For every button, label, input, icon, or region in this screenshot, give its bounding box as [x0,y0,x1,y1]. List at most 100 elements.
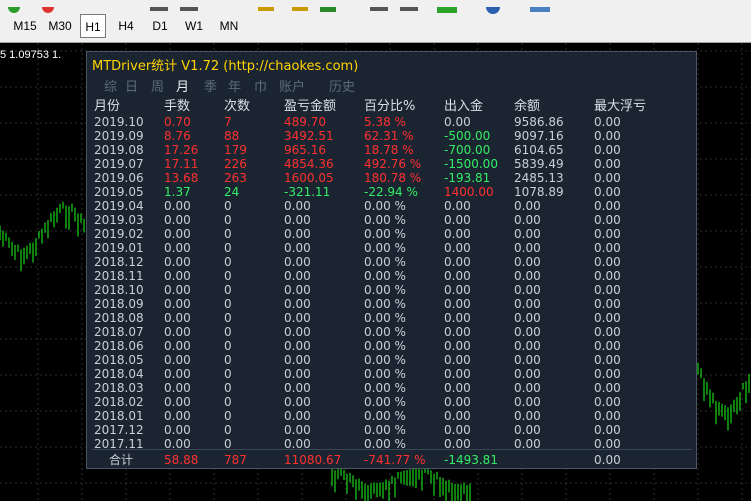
table-row: 2018.10 0.00 0 0.00 0.00 % 0.00 0.00 0.00 [87,283,698,297]
toolbar: M15 M30 H1 H4 D1 W1 MN [0,0,751,43]
cell-pnl: -321.11 [284,185,331,199]
green-circle-icon[interactable] [8,1,20,13]
cell-pnl: 0.00 [284,213,311,227]
plus-icon[interactable] [437,7,457,13]
cell-maxdd: 0.00 [594,115,621,129]
cell-lots: 0.00 [164,353,191,367]
cell-count: 0 [224,255,232,269]
panel-title: MTDriver统计 V1.72 (http://chaokes.com) [92,59,359,74]
cell-balance: 0.00 [514,409,541,423]
timeframe-h1-button[interactable]: H1 [80,14,106,38]
cell-pct: 18.78 % [364,143,414,157]
timeframe-mn-button[interactable]: MN [214,14,244,38]
timeframe-m30-button[interactable]: M30 [43,14,77,38]
cell-lots: 17.11 [164,157,199,171]
table-row: 2019.08 17.26 179 965.16 18.78 % -700.00 6104.… [87,143,698,157]
cell-maxdd: 0.00 [594,367,621,381]
timeframe-m15-button[interactable]: M15 [8,14,42,38]
cell-lots: 0.00 [164,367,191,381]
tab-4[interactable]: 季 [204,76,217,95]
total-count: 787 [224,453,247,467]
tab-3[interactable]: 月 [176,76,189,95]
table-row: 2018.06 0.00 0 0.00 0.00 % 0.00 0.00 0.00 [87,339,698,353]
cell-count: 226 [224,157,247,171]
cell-balance: 0.00 [514,367,541,381]
cell-count: 263 [224,171,247,185]
red-circle-icon[interactable] [42,1,54,13]
cell-balance: 9097.16 [514,129,564,143]
cell-balance: 0.00 [514,213,541,227]
cell-count: 0 [224,269,232,283]
cell-month: 2019.10 [94,115,144,129]
cell-maxdd: 0.00 [594,185,621,199]
cell-pnl: 0.00 [284,297,311,311]
cell-maxdd: 0.00 [594,353,621,367]
spreadsheet-icon[interactable] [320,7,336,12]
cell-pnl: 0.00 [284,367,311,381]
cell-lots: 0.00 [164,255,191,269]
total-row: 合计 58.88 787 11080.67 -741.77 % -1493.81 0.00 [87,453,698,467]
cell-count: 0 [224,199,232,213]
cell-pnl: 0.00 [284,269,311,283]
tab-8[interactable]: 历史 [329,76,355,95]
globe-icon[interactable] [486,0,500,14]
timeframe-h4-button[interactable]: H4 [112,14,140,38]
cell-flow: -700.00 [444,143,491,157]
tab-1[interactable]: 日 [125,76,138,95]
cell-pct: 0.00 % [364,395,406,409]
window-icon[interactable] [530,7,550,12]
header-pnl: 盈亏金额 [284,99,337,114]
tab-0[interactable]: 综 [104,76,117,95]
cell-flow: 0.00 [444,227,471,241]
cell-flow: 0.00 [444,367,471,381]
table-row: 2017.12 0.00 0 0.00 0.00 % 0.00 0.00 0.00 [87,423,698,437]
pencil-icon[interactable] [258,7,274,11]
table-row: 2018.05 0.00 0 0.00 0.00 % 0.00 0.00 0.00 [87,353,698,367]
timeframe-d1-button[interactable]: D1 [146,14,174,38]
chart-icon[interactable] [150,7,168,11]
cell-balance: 9586.86 [514,115,564,129]
tab-2[interactable]: 周 [151,76,164,95]
table-row: 2019.04 0.00 0 0.00 0.00 % 0.00 0.00 0.00 [87,199,698,213]
cell-month: 2018.04 [94,367,144,381]
tab-7[interactable]: 账户 [279,76,305,95]
cell-maxdd: 0.00 [594,283,621,297]
table-body: 2019.10 0.70 7 489.70 5.38 % 0.00 9586.86 0.00 2… [87,115,698,451]
cell-count: 0 [224,353,232,367]
header-month: 月份 [94,99,121,114]
table-row: 2019.01 0.00 0 0.00 0.00 % 0.00 0.00 0.00 [87,241,698,255]
cell-count: 0 [224,283,232,297]
cell-count: 7 [224,115,232,129]
cell-balance: 0.00 [514,339,541,353]
total-divider [92,449,692,450]
cell-pct: 0.00 % [364,367,406,381]
cell-month: 2019.06 [94,171,144,185]
tab-6[interactable]: 巾 [254,76,267,95]
cell-lots: 0.00 [164,395,191,409]
cell-balance: 0.00 [514,241,541,255]
cell-maxdd: 0.00 [594,213,621,227]
cell-count: 0 [224,409,232,423]
cell-flow: 0.00 [444,353,471,367]
cell-pnl: 489.70 [284,115,326,129]
cell-flow: 0.00 [444,381,471,395]
cell-lots: 0.00 [164,381,191,395]
cell-pct: 0.00 % [364,199,406,213]
cell-maxdd: 0.00 [594,381,621,395]
chart-icon[interactable] [180,7,198,11]
cell-balance: 0.00 [514,199,541,213]
grid-icon[interactable] [400,7,418,11]
cell-count: 0 [224,395,232,409]
pencil-icon[interactable] [292,7,308,11]
cell-pnl: 0.00 [284,395,311,409]
cell-pnl: 0.00 [284,353,311,367]
grid-icon[interactable] [370,7,388,11]
table-header: 月份 手数 次数 盈亏金额 百分比% 出入金 余额 最大浮亏 [87,95,698,115]
cell-count: 24 [224,185,240,199]
timeframe-w1-button[interactable]: W1 [180,14,208,38]
tab-5[interactable]: 年 [228,76,241,95]
header-balance: 余额 [514,99,541,114]
cell-lots: 0.00 [164,227,191,241]
cell-count: 0 [224,423,232,437]
cell-balance: 0.00 [514,227,541,241]
